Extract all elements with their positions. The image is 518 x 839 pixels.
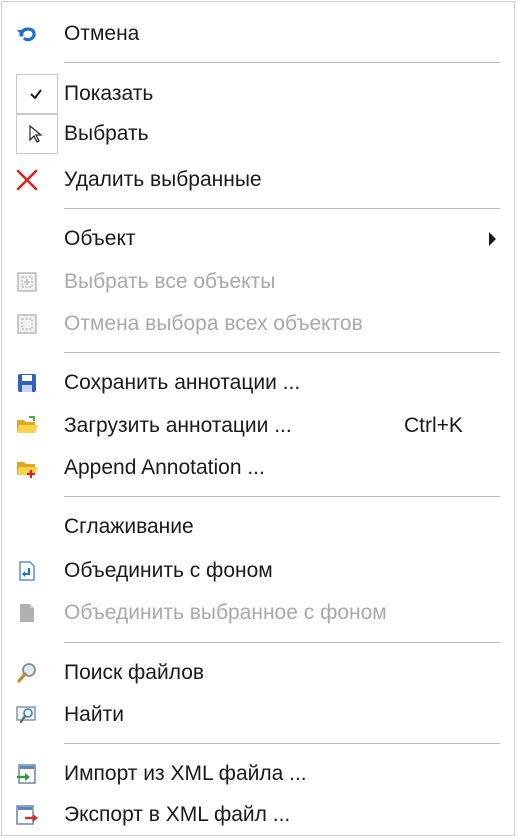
magnifier-icon xyxy=(15,661,39,685)
menu-item-file-search[interactable]: Поиск файлов xyxy=(2,653,514,693)
export-xml-icon xyxy=(15,803,39,827)
menu-item-label: Поиск файлов xyxy=(64,661,205,684)
menu-item-label: Append Annotation ... xyxy=(64,456,265,479)
menu-separator xyxy=(64,642,500,644)
merge-selection-icon xyxy=(15,601,39,625)
menu-item-merge-with-background[interactable]: Объединить с фоном xyxy=(2,551,514,591)
merge-document-icon xyxy=(15,559,39,583)
menu-item-smoothing[interactable]: Сглаживание xyxy=(2,507,514,547)
menu-item-label: Сохранить аннотации ... xyxy=(64,371,301,394)
context-menu: Отмена Показать Выбрать Удалить выбранны… xyxy=(1,1,515,836)
find-window-icon xyxy=(15,703,39,727)
menu-separator xyxy=(64,496,500,498)
menu-item-merge-selection-with-background[interactable]: Объединить выбранное с фоном xyxy=(2,593,514,633)
menu-item-export-xml[interactable]: Экспорт в XML файл ... xyxy=(2,795,514,835)
menu-item-shortcut: Ctrl+K xyxy=(404,414,463,437)
menu-item-object[interactable]: Объект xyxy=(2,219,514,259)
undo-icon xyxy=(15,22,39,46)
menu-item-delete-selected[interactable]: Удалить выбранные xyxy=(2,160,514,200)
open-folder-icon xyxy=(15,414,39,438)
menu-item-label: Объединить выбранное с фоном xyxy=(64,601,387,624)
menu-item-save-annotations[interactable]: Сохранить аннотации ... xyxy=(2,363,514,403)
menu-item-append-annotation[interactable]: Append Annotation ... xyxy=(2,448,514,488)
select-all-icon xyxy=(15,270,39,294)
menu-item-undo[interactable]: Отмена xyxy=(2,14,514,54)
menu-item-label: Показать xyxy=(64,82,154,105)
save-disk-icon xyxy=(15,371,39,395)
menu-item-label: Выбрать xyxy=(64,122,149,145)
menu-item-label: Объединить с фоном xyxy=(64,559,273,582)
import-xml-icon xyxy=(15,762,39,786)
menu-item-label: Найти xyxy=(64,703,124,726)
menu-item-find[interactable]: Найти xyxy=(2,695,514,735)
menu-item-label: Экспорт в XML файл ... xyxy=(64,803,291,826)
menu-item-label: Сглаживание xyxy=(64,515,194,538)
menu-item-label: Импорт из XML файла ... xyxy=(64,762,307,785)
submenu-arrow-icon xyxy=(489,232,496,246)
menu-separator xyxy=(64,352,500,354)
menu-separator xyxy=(64,208,500,210)
deselect-all-icon xyxy=(15,312,39,336)
checkmark-icon xyxy=(24,82,48,106)
menu-item-label: Загрузить аннотации ... xyxy=(64,414,292,437)
menu-item-label: Выбрать все объекты xyxy=(64,270,276,293)
menu-separator xyxy=(64,743,500,745)
menu-item-load-annotations[interactable]: Загрузить аннотации ... Ctrl+K xyxy=(2,406,514,446)
menu-item-label: Удалить выбранные xyxy=(64,168,262,191)
menu-item-label: Отмена xyxy=(64,22,140,45)
menu-item-label: Объект xyxy=(64,227,136,250)
menu-item-select-all-objects[interactable]: Выбрать все объекты xyxy=(2,262,514,302)
delete-x-icon xyxy=(15,168,39,192)
menu-separator xyxy=(64,62,500,64)
folder-add-icon xyxy=(15,456,39,480)
menu-item-show[interactable]: Показать xyxy=(2,74,514,114)
menu-item-select[interactable]: Выбрать xyxy=(2,114,514,154)
menu-item-deselect-all-objects[interactable]: Отмена выбора всех объектов xyxy=(2,304,514,344)
menu-item-label: Отмена выбора всех объектов xyxy=(64,312,363,335)
menu-item-import-xml[interactable]: Импорт из XML файла ... xyxy=(2,754,514,794)
pointer-arrow-icon xyxy=(24,122,48,146)
